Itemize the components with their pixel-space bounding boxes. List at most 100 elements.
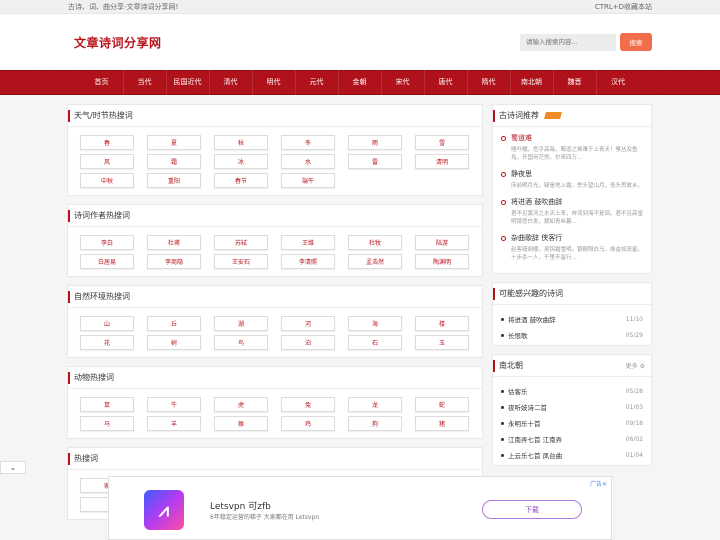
list-item[interactable]: 永明乐十首 09/18 — [501, 415, 643, 431]
chevron-down-icon[interactable]: ⌄ — [0, 461, 26, 474]
list-item-title[interactable]: 上云乐七首 凤台曲 — [508, 450, 562, 460]
tag[interactable]: 水 — [281, 154, 335, 169]
nav-item-weijin[interactable]: 魏晋 — [554, 70, 597, 95]
recommend-title[interactable]: 静夜思 — [511, 169, 532, 179]
list-item[interactable]: 将进酒 鼓吹曲辞 11/10 — [501, 311, 643, 327]
nav-item-song[interactable]: 宋代 — [382, 70, 425, 95]
tag[interactable]: 鼠 — [80, 397, 134, 412]
list-item[interactable]: 估客乐 05/28 — [501, 383, 643, 399]
search-input[interactable] — [520, 33, 616, 51]
tag[interactable]: 雨 — [348, 135, 402, 150]
nav-item-han[interactable]: 汉代 — [597, 70, 640, 95]
tag[interactable]: 重阳 — [147, 173, 201, 188]
tag[interactable]: 李商隐 — [147, 254, 201, 269]
nav-item-yuan[interactable]: 元代 — [296, 70, 339, 95]
tag[interactable]: 夏 — [147, 135, 201, 150]
nav-item-qing[interactable]: 清代 — [210, 70, 253, 95]
tag[interactable]: 树 — [147, 335, 201, 350]
tag[interactable]: 杜牧 — [348, 235, 402, 250]
tag[interactable]: 杜甫 — [147, 235, 201, 250]
list-item-title[interactable]: 江南弄七首 江南弄 — [508, 434, 562, 444]
search-button[interactable]: 搜索 — [620, 33, 652, 51]
tag[interactable]: 王安石 — [214, 254, 268, 269]
ad-title[interactable]: Letsvpn 可zfb — [210, 499, 271, 512]
tag[interactable]: 李清照 — [281, 254, 335, 269]
ad-subtitle: 6年稳定运营的梯子 大家都在用 Letsvpn — [210, 514, 320, 521]
nav-item-ming[interactable]: 明代 — [253, 70, 296, 95]
nav-item-tang[interactable]: 唐代 — [425, 70, 468, 95]
tag[interactable]: 马 — [80, 416, 134, 431]
list-item-title[interactable]: 将进酒 鼓吹曲辞 — [508, 314, 556, 324]
tag[interactable]: 牛 — [147, 397, 201, 412]
tag[interactable]: 虎 — [214, 397, 268, 412]
tag[interactable]: 秋 — [214, 135, 268, 150]
download-button[interactable]: 下载 — [482, 500, 582, 519]
list-item[interactable]: 夜听妓诗二首 01/03 — [501, 399, 643, 415]
tag[interactable]: 苏轼 — [214, 235, 268, 250]
tag[interactable]: 羊 — [147, 416, 201, 431]
tag[interactable]: 清明 — [415, 154, 469, 169]
tag[interactable]: 猪 — [415, 416, 469, 431]
tag[interactable]: 鸡 — [281, 416, 335, 431]
tag[interactable]: 王维 — [281, 235, 335, 250]
tag[interactable]: 狗 — [348, 416, 402, 431]
tag[interactable]: 春节 — [214, 173, 268, 188]
nav-item-home[interactable]: 首页 — [81, 70, 124, 95]
recommend-item[interactable]: 杂曲歌辞 侠客行 赵客缦胡缨，吴钩霜雪明。银鞍照白马，飒沓如流星。十步杀一人，千… — [501, 233, 645, 262]
tag[interactable]: 猴 — [214, 416, 268, 431]
list-item[interactable]: 上云乐七首 凤台曲 01/04 — [501, 447, 643, 463]
more-link[interactable]: 更多 ⚙ — [626, 361, 645, 370]
tag[interactable]: 楼 — [415, 316, 469, 331]
list-item-title[interactable]: 估客乐 — [508, 386, 528, 396]
tag[interactable]: 丘 — [147, 316, 201, 331]
tag[interactable]: 蛇 — [415, 397, 469, 412]
tag[interactable]: 石 — [348, 335, 402, 350]
list-item[interactable]: 长恨歌 05/29 — [501, 327, 643, 343]
tag[interactable]: 端午 — [281, 173, 335, 188]
recommend-title[interactable]: 杂曲歌辞 侠客行 — [511, 233, 562, 243]
tag[interactable]: 雪 — [415, 135, 469, 150]
nav-item-nanbei[interactable]: 南北朝 — [511, 70, 554, 95]
tag[interactable]: 冬 — [281, 135, 335, 150]
ad-banner[interactable]: ⩘ Letsvpn 可zfb 6年稳定运营的梯子 大家都在用 Letsvpn 下… — [108, 476, 612, 540]
circle-icon — [501, 235, 506, 241]
nav-item-contemporary[interactable]: 当代 — [124, 70, 167, 95]
tag[interactable]: 河 — [281, 316, 335, 331]
recommend-item[interactable]: 静夜思 床前明月光，疑是地上霜。举头望山月，低头思故乡。 — [501, 169, 645, 190]
tag[interactable]: 春 — [80, 135, 134, 150]
tag[interactable]: 霜 — [147, 154, 201, 169]
tag[interactable]: 海 — [348, 316, 402, 331]
sidebar: 古诗词推荐 蜀道难 噫吁嚱，危乎高哉，蜀道之难难于上青天！蚕丛及鱼凫，开国何茫然… — [492, 104, 652, 474]
site-logo[interactable]: 文章诗词分享网 — [74, 34, 162, 51]
tag[interactable]: 冰 — [214, 154, 268, 169]
tag[interactable]: 孟浩然 — [348, 254, 402, 269]
tag[interactable]: 白居易 — [80, 254, 134, 269]
tag[interactable]: 湖 — [214, 316, 268, 331]
tag[interactable]: 风 — [80, 154, 134, 169]
tag[interactable]: 中秋 — [80, 173, 134, 188]
nav-item-modern[interactable]: 民国近代 — [167, 70, 210, 95]
tag[interactable]: 陶渊明 — [415, 254, 469, 269]
nav-item-sui[interactable]: 隋代 — [468, 70, 511, 95]
list-item[interactable]: 江南弄七首 江南弄 06/02 — [501, 431, 643, 447]
recommend-title[interactable]: 将进酒 鼓吹曲辞 — [511, 197, 562, 207]
list-item-title[interactable]: 夜听妓诗二首 — [508, 402, 547, 412]
tag[interactable]: 陆游 — [415, 235, 469, 250]
list-item-title[interactable]: 长恨歌 — [508, 330, 528, 340]
recommend-item[interactable]: 蜀道难 噫吁嚱，危乎高哉，蜀道之难难于上青天！蚕丛及鱼凫，开国何茫然。尔来四万.… — [501, 133, 645, 162]
recommend-item[interactable]: 将进酒 鼓吹曲辞 君不见黄河之水天上来，奔流到海不复回。君不见高堂明镜悲白发，朝… — [501, 197, 645, 226]
ad-close-mark[interactable]: 广告✕ — [590, 479, 607, 488]
tag[interactable]: 龙 — [348, 397, 402, 412]
tag[interactable]: 玉 — [415, 335, 469, 350]
tag[interactable]: 李白 — [80, 235, 134, 250]
tag[interactable]: 泊 — [281, 335, 335, 350]
tag[interactable]: 山 — [80, 316, 134, 331]
tag[interactable]: 花 — [80, 335, 134, 350]
tag[interactable]: 雷 — [348, 154, 402, 169]
recommend-title[interactable]: 蜀道难 — [511, 133, 532, 143]
bookmark-hint[interactable]: CTRL+D收藏本站 — [595, 2, 652, 12]
tag[interactable]: 鸟 — [214, 335, 268, 350]
nav-item-jin[interactable]: 金朝 — [339, 70, 382, 95]
tag[interactable]: 兔 — [281, 397, 335, 412]
list-item-title[interactable]: 永明乐十首 — [508, 418, 541, 428]
